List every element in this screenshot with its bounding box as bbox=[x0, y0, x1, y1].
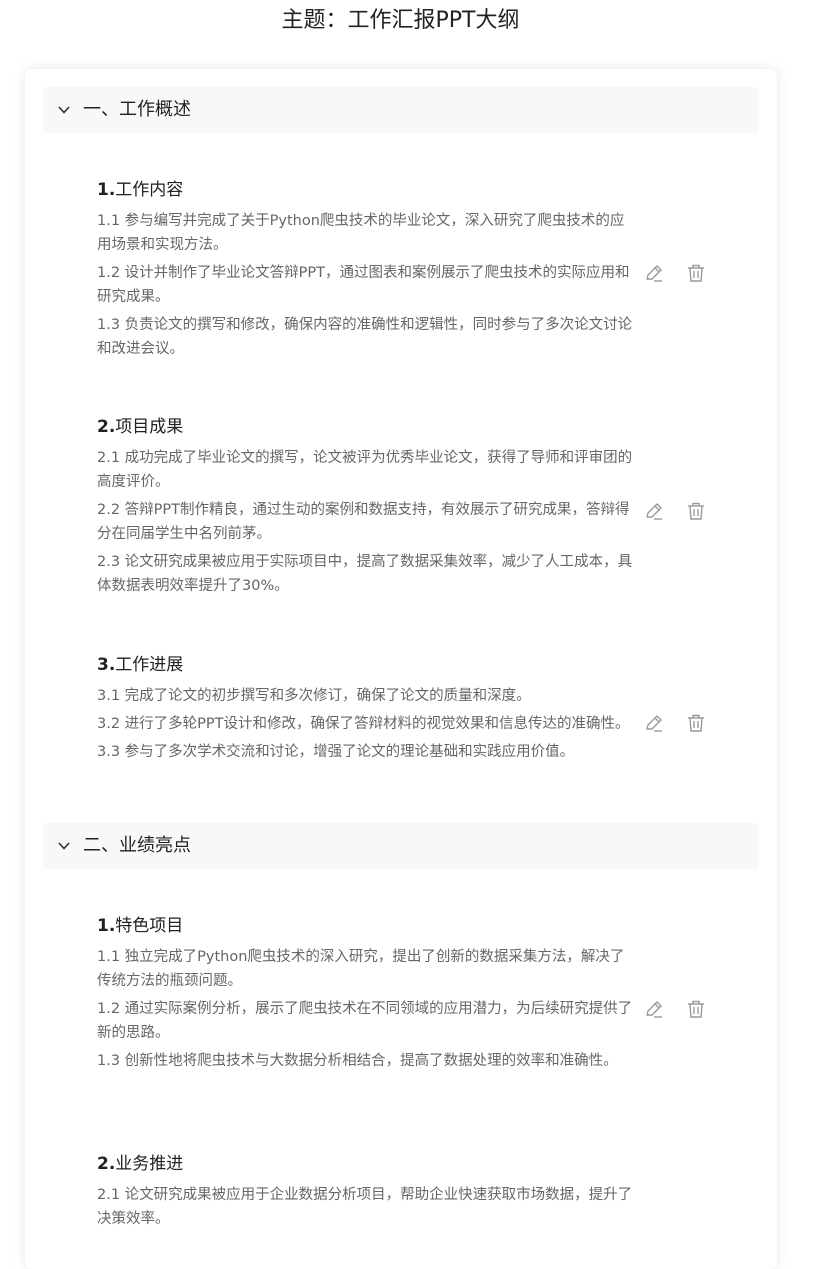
pencil-icon[interactable] bbox=[643, 500, 665, 522]
item-title: 2.项目成果 bbox=[97, 417, 184, 437]
item-point: 2.1 论文研究成果被应用于企业数据分析项目，帮助企业快速获取市场数据，提升了决… bbox=[97, 1187, 633, 1227]
section-title: 一、工作概述 bbox=[83, 99, 191, 120]
item-point: 2.3 论文研究成果被应用于实际项目中，提高了数据采集效率，减少了人工成本，具体… bbox=[97, 554, 633, 594]
item-actions bbox=[643, 711, 707, 735]
item-title: 3.工作进展 bbox=[97, 655, 184, 675]
item-point: 3.3 参与了多次学术交流和讨论，增强了论文的理论基础和实践应用价值。 bbox=[97, 744, 575, 760]
item-point: 1.3 创新性地将爬虫技术与大数据分析相结合，提高了数据处理的效率和准确性。 bbox=[97, 1053, 618, 1069]
outline-item: 1.工作内容 1.1 参与编写并完成了关于Python爬虫技术的毕业论文，深入研… bbox=[97, 179, 633, 365]
item-point: 1.1 参与编写并完成了关于Python爬虫技术的毕业论文，深入研究了爬虫技术的… bbox=[97, 213, 625, 253]
outline-item: 3.工作进展 3.1 完成了论文的初步撰写和多次修订，确保了论文的质量和深度。 … bbox=[97, 654, 633, 768]
item-point: 1.2 通过实际案例分析，展示了爬虫技术在不同领域的应用潜力，为后续研究提供了新… bbox=[97, 1001, 633, 1041]
item-point: 1.3 负责论文的撰写和修改，确保内容的准确性和逻辑性，同时参与了多次论文讨论和… bbox=[97, 317, 633, 357]
trash-icon[interactable] bbox=[685, 262, 707, 284]
item-actions bbox=[643, 997, 707, 1021]
pencil-icon[interactable] bbox=[643, 998, 665, 1020]
trash-icon[interactable] bbox=[685, 500, 707, 522]
section-title: 二、业绩亮点 bbox=[83, 835, 191, 856]
trash-icon[interactable] bbox=[685, 712, 707, 734]
item-title: 2.业务推进 bbox=[97, 1154, 184, 1174]
item-point: 1.1 独立完成了Python爬虫技术的深入研究，提出了创新的数据采集方法，解决… bbox=[97, 949, 625, 989]
outline-item: 2.项目成果 2.1 成功完成了毕业论文的撰写，论文被评为优秀毕业论文，获得了导… bbox=[97, 416, 633, 602]
item-point: 2.2 答辩PPT制作精良，通过生动的案例和数据支持，有效展示了研究成果，答辩得… bbox=[97, 502, 630, 542]
item-title: 1.工作内容 bbox=[97, 180, 184, 200]
item-actions bbox=[643, 499, 707, 523]
chevron-down-icon[interactable] bbox=[57, 103, 71, 117]
item-title: 1.特色项目 bbox=[97, 916, 184, 936]
outline-item: 2.业务推进 2.1 论文研究成果被应用于企业数据分析项目，帮助企业快速获取市场… bbox=[97, 1153, 633, 1235]
pencil-icon[interactable] bbox=[643, 262, 665, 284]
section-header-1[interactable]: 一、工作概述 bbox=[43, 87, 759, 133]
item-point: 2.1 成功完成了毕业论文的撰写，论文被评为优秀毕业论文，获得了导师和评审团的高… bbox=[97, 450, 633, 490]
pencil-icon[interactable] bbox=[643, 712, 665, 734]
chevron-down-icon[interactable] bbox=[57, 839, 71, 853]
item-point: 3.2 进行了多轮PPT设计和修改，确保了答辩材料的视觉效果和信息传达的准确性。 bbox=[97, 716, 630, 732]
page-title: 主题：工作汇报PPT大纲 bbox=[281, 8, 520, 33]
section-header-2[interactable]: 二、业绩亮点 bbox=[43, 823, 759, 869]
item-point: 3.1 完成了论文的初步撰写和多次修订，确保了论文的质量和深度。 bbox=[97, 688, 531, 704]
trash-icon[interactable] bbox=[685, 998, 707, 1020]
outline-card: 一、工作概述 1.工作内容 1.1 参与编写并完成了关于Python爬虫技术的毕… bbox=[25, 69, 777, 1269]
item-point: 1.2 设计并制作了毕业论文答辩PPT，通过图表和案例展示了爬虫技术的实际应用和… bbox=[97, 265, 630, 305]
item-actions bbox=[643, 261, 707, 285]
outline-item: 1.特色项目 1.1 独立完成了Python爬虫技术的深入研究，提出了创新的数据… bbox=[97, 915, 633, 1077]
